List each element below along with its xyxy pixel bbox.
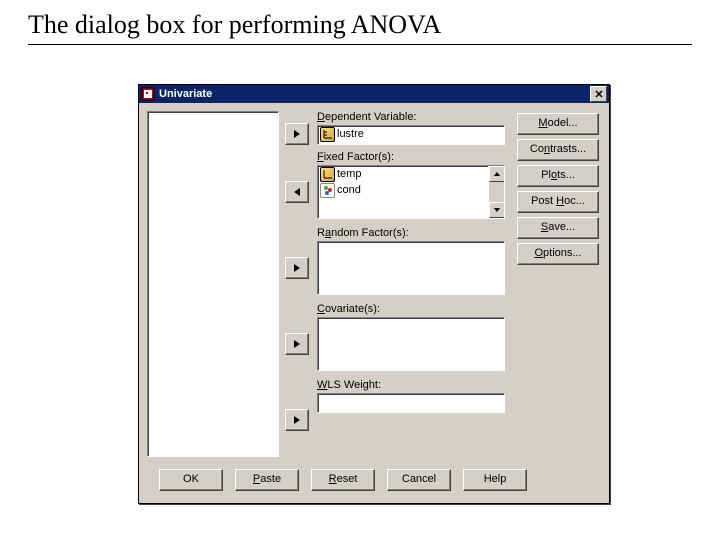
nominal-measure-icon bbox=[320, 183, 335, 198]
scroll-up-button[interactable] bbox=[489, 166, 505, 182]
triangle-left-icon bbox=[293, 187, 301, 197]
scale-measure-icon bbox=[320, 127, 335, 142]
app-icon bbox=[141, 87, 155, 101]
triangle-right-icon bbox=[293, 415, 301, 425]
slide-divider bbox=[28, 44, 692, 45]
move-from-fixed-button[interactable] bbox=[285, 181, 309, 203]
scroll-down-button[interactable] bbox=[489, 202, 505, 218]
covariates-list[interactable] bbox=[317, 317, 505, 371]
scrollbar[interactable] bbox=[488, 166, 504, 218]
paste-button[interactable]: Paste bbox=[235, 469, 299, 491]
plots-button[interactable]: Plots... bbox=[517, 165, 599, 187]
covariates-label: Covariate(s): bbox=[317, 303, 380, 315]
list-item: cond bbox=[318, 182, 504, 198]
dependent-variable-label: Dependent Variable: bbox=[317, 111, 417, 123]
triangle-up-icon bbox=[493, 171, 501, 177]
cancel-button[interactable]: Cancel bbox=[387, 469, 451, 491]
source-variable-list[interactable] bbox=[147, 111, 279, 457]
slide-title: The dialog box for performing ANOVA bbox=[28, 10, 441, 40]
move-to-wls-button[interactable] bbox=[285, 409, 309, 431]
help-button[interactable]: Help bbox=[463, 469, 527, 491]
random-factors-list[interactable] bbox=[317, 241, 505, 295]
model-button[interactable]: Model... bbox=[517, 113, 599, 135]
ok-button[interactable]: OK bbox=[159, 469, 223, 491]
wls-weight-field[interactable] bbox=[317, 393, 505, 413]
move-to-random-button[interactable] bbox=[285, 257, 309, 279]
variable-name: temp bbox=[337, 168, 361, 180]
dialog-title: Univariate bbox=[159, 88, 590, 100]
options-button[interactable]: Options... bbox=[517, 243, 599, 265]
triangle-right-icon bbox=[293, 339, 301, 349]
triangle-right-icon bbox=[293, 263, 301, 273]
close-button[interactable] bbox=[590, 86, 607, 102]
triangle-right-icon bbox=[293, 129, 301, 139]
posthoc-button[interactable]: Post Hoc... bbox=[517, 191, 599, 213]
titlebar: Univariate bbox=[139, 85, 609, 103]
list-item: lustre bbox=[318, 126, 504, 142]
dialog-body: Dependent Variable: lustre Fixed Factor(… bbox=[139, 103, 609, 503]
reset-button[interactable]: Reset bbox=[311, 469, 375, 491]
contrasts-button[interactable]: Contrasts... bbox=[517, 139, 599, 161]
variable-name: lustre bbox=[337, 128, 364, 140]
list-item: temp bbox=[318, 166, 504, 182]
univariate-dialog: Univariate Dependent Variable: bbox=[138, 84, 610, 504]
variable-name: cond bbox=[337, 184, 361, 196]
random-factors-label: Random Factor(s): bbox=[317, 227, 409, 239]
save-button[interactable]: Save... bbox=[517, 217, 599, 239]
fixed-factors-list[interactable]: temp cond bbox=[317, 165, 505, 219]
wls-weight-label: WLS Weight: bbox=[317, 379, 381, 391]
move-to-covariate-button[interactable] bbox=[285, 333, 309, 355]
fixed-factors-label: Fixed Factor(s): bbox=[317, 151, 394, 163]
close-icon bbox=[595, 90, 603, 98]
move-to-dependent-button[interactable] bbox=[285, 123, 309, 145]
scale-measure-icon bbox=[320, 167, 335, 182]
dependent-variable-field[interactable]: lustre bbox=[317, 125, 505, 145]
triangle-down-icon bbox=[493, 207, 501, 213]
